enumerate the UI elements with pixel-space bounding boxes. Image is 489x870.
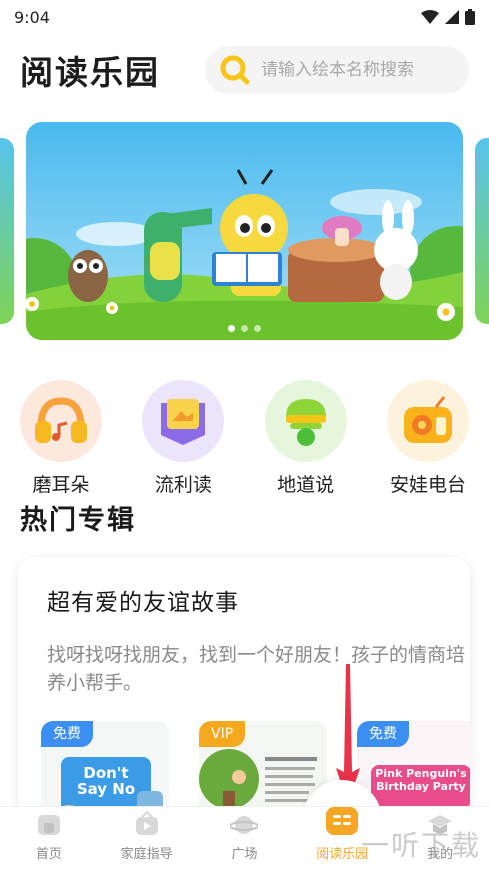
- page-title: 阅读乐园: [20, 53, 160, 92]
- banner-dot-2[interactable]: [241, 325, 248, 332]
- banner-next-peek[interactable]: [475, 138, 489, 324]
- headphones-icon: [35, 397, 87, 443]
- battery-icon: [465, 9, 475, 25]
- tab-label: 广场: [231, 847, 258, 862]
- banner-slide[interactable]: [26, 122, 463, 340]
- category-icon-bg: [264, 380, 347, 462]
- category-label: 安娃电台: [389, 474, 466, 496]
- banner-dot-1[interactable]: [228, 325, 235, 332]
- album-description: 找呀找呀找朋友，找到一个好朋友！孩子的情商培养小帮手。: [47, 644, 466, 694]
- banner-prev-peek[interactable]: [0, 138, 14, 324]
- status-icons: [421, 9, 475, 25]
- section-title-hot-albums: 热门专辑: [20, 505, 136, 536]
- category-grid: 磨耳朵 流利读 地道说 安娃电台: [18, 380, 471, 497]
- book-cover-title: Don't Say No: [76, 764, 136, 798]
- banner-dot-3[interactable]: [254, 325, 261, 332]
- category-icon-bg: [142, 380, 225, 462]
- search-input[interactable]: [261, 60, 451, 80]
- search-bar[interactable]: [205, 46, 469, 94]
- tab-home[interactable]: 首页: [4, 811, 94, 862]
- category-icon-bg: [386, 380, 469, 462]
- home-icon: [37, 815, 60, 835]
- header: 阅读乐园: [20, 44, 469, 96]
- category-icon-bg: [20, 380, 102, 462]
- wifi-icon: [421, 10, 439, 24]
- album-book-list: 免费 Don't Say No VIP 免费 Pink Penguin's Bi…: [41, 721, 470, 817]
- banner-pagination: [26, 325, 463, 332]
- banner-carousel[interactable]: [0, 122, 489, 340]
- planet-icon: [230, 816, 259, 834]
- tab-family-guide[interactable]: 家庭指导: [102, 811, 192, 862]
- speech-cone-icon: [285, 399, 326, 446]
- category-di-dao-shuo[interactable]: 地道说: [263, 380, 349, 497]
- video-icon: [135, 811, 158, 835]
- category-an-wa-radio[interactable]: 安娃电台: [385, 380, 471, 497]
- category-liu-li-du[interactable]: 流利读: [140, 380, 226, 497]
- signal-icon: [445, 10, 459, 24]
- radio-icon: [403, 396, 452, 443]
- category-label: 流利读: [154, 474, 212, 496]
- tab-square[interactable]: 广场: [199, 811, 289, 862]
- category-label: 地道说: [277, 474, 335, 496]
- watermark: 一听下载: [360, 829, 481, 862]
- category-mo-er-duo[interactable]: 磨耳朵: [18, 380, 104, 497]
- status-bar: 9:04: [0, 0, 489, 34]
- search-icon: [220, 55, 250, 85]
- album-title: 超有爱的友谊故事: [47, 590, 239, 616]
- banner-illustration: [26, 122, 463, 340]
- category-label: 磨耳朵: [32, 474, 90, 496]
- book-cover-title: Pink Penguin's Birthday Party: [375, 767, 467, 793]
- book-cover-1[interactable]: 免费 Don't Say No: [41, 721, 169, 817]
- tab-label: 家庭指导: [120, 847, 173, 862]
- tab-label: 首页: [35, 847, 62, 862]
- free-tag: 免费: [41, 721, 93, 747]
- status-time: 9:04: [14, 7, 50, 27]
- free-tag: 免费: [357, 721, 409, 747]
- vip-tag: VIP: [199, 721, 246, 747]
- book-badge-icon: [161, 399, 206, 445]
- album-card[interactable]: 超有爱的友谊故事 找呀找呀找朋友，找到一个好朋友！孩子的情商培养小帮手。 免费 …: [18, 557, 470, 817]
- reading-icon: [326, 807, 359, 835]
